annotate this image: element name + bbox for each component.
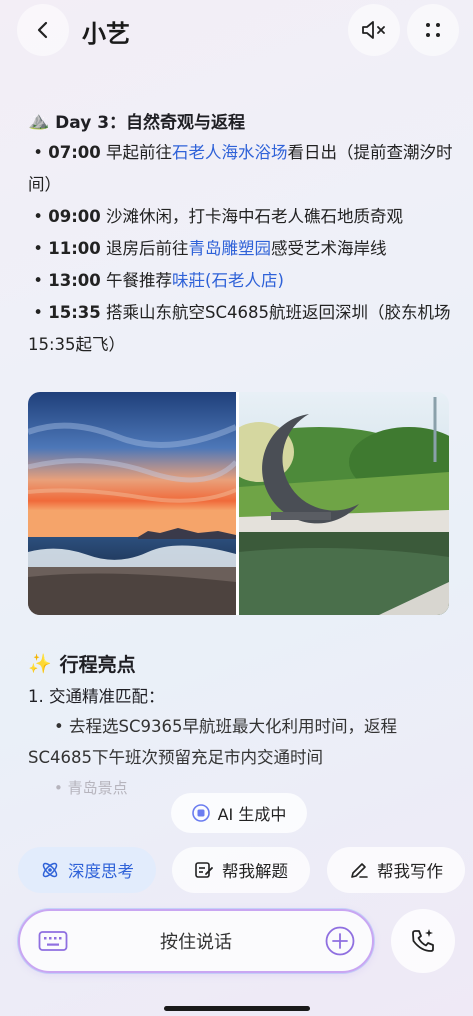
chevron-left-icon: [37, 21, 48, 39]
itinerary-item: • 07:00 早起前往石老人海水浴场看日出（提前查潮汐时间）: [28, 143, 453, 194]
place-link[interactable]: 青岛雕塑园: [189, 239, 272, 258]
photo-gallery: [28, 392, 449, 615]
solve-problem-chip[interactable]: 帮我解题: [172, 847, 310, 893]
page-title: 小艺: [82, 20, 130, 48]
pen-icon: [351, 863, 368, 878]
itinerary-item: • 11:00 退房后前往青岛雕塑园感受艺术海岸线: [28, 239, 387, 258]
place-link[interactable]: 石老人海水浴场: [172, 143, 288, 162]
keyboard-icon[interactable]: [38, 929, 68, 953]
itinerary-item: • 13:00 午餐推荐味莊(石老人店): [28, 271, 284, 290]
itinerary-item: • 09:00 沙滩休闲，打卡海中石老人礁石地质奇观: [28, 207, 404, 226]
voice-input-bar[interactable]: 按住说话: [18, 909, 374, 973]
stop-icon: [191, 804, 210, 822]
deep-think-chip[interactable]: 深度思考: [18, 847, 156, 893]
mountain-icon: ⛰️: [28, 110, 50, 131]
highlights-section: ✨ 行程亮点 1. 交通精准匹配： • 去程选SC9365早航班最大化利用时间，…: [28, 650, 453, 798]
top-bar: 小艺: [0, 0, 473, 62]
ai-generating-indicator[interactable]: AI 生成中: [171, 793, 307, 833]
plus-circle-icon[interactable]: [324, 925, 356, 957]
atom-icon: [42, 862, 58, 878]
item-time: 13:00: [48, 271, 101, 290]
beach-sunrise-photo[interactable]: [28, 392, 236, 615]
sparkles-icon: ✨: [28, 653, 52, 675]
highlights-body: • 去程选SC9365早航班最大化利用时间，返程SC4685下午班次预留充足市内…: [28, 717, 397, 767]
itinerary-item: • 15:35 搭乘山东航空SC4685航班返回深圳（胶东机场15:35起飞）: [28, 303, 451, 354]
item-time: 15:35: [48, 303, 101, 322]
hold-to-talk-label: 按住说话: [160, 932, 232, 953]
back-button[interactable]: [17, 4, 69, 56]
itinerary-day: ⛰️ Day 3：自然奇观与返程 • 07:00 早起前往石老人海水浴场看日出（…: [28, 108, 453, 361]
day-heading: ⛰️ Day 3：自然奇观与返程: [28, 108, 453, 134]
speaker-mute-icon: [362, 21, 385, 39]
highlights-subheading: 1. 交通精准匹配：: [28, 687, 165, 706]
home-indicator: [164, 1006, 310, 1011]
highlights-heading: ✨ 行程亮点: [28, 653, 136, 676]
day-title: Day 3：自然奇观与返程: [55, 113, 246, 133]
more-dots-icon: [426, 23, 440, 37]
mute-button[interactable]: [348, 4, 400, 56]
edit-calendar-icon: [195, 862, 213, 878]
writing-chip[interactable]: 帮我写作: [327, 847, 465, 893]
phone-sparkle-icon: [412, 929, 434, 952]
restaurant-link[interactable]: 味莊(石老人店): [172, 271, 284, 290]
item-time: 07:00: [48, 143, 101, 162]
more-button[interactable]: [407, 4, 459, 56]
sculpture-park-photo[interactable]: [239, 392, 449, 615]
item-time: 11:00: [48, 239, 101, 258]
voice-call-button[interactable]: [391, 909, 455, 973]
item-time: 09:00: [48, 207, 101, 226]
